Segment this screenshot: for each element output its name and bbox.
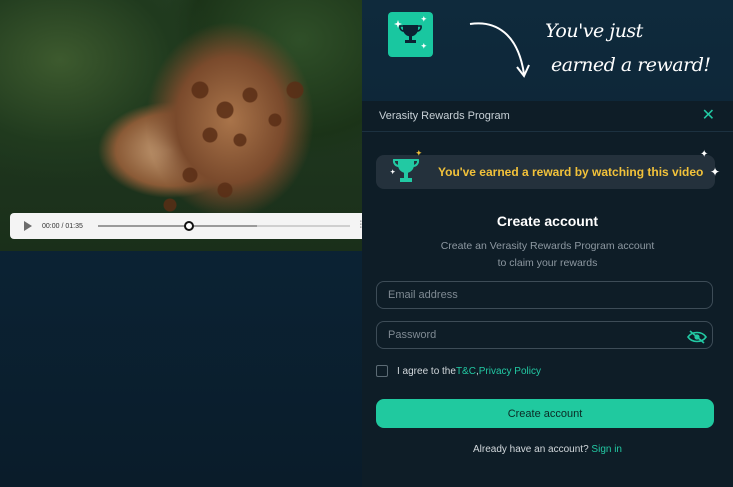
form-subtitle: Create an Verasity Rewards Program accou… [440, 240, 655, 269]
seek-handle[interactable] [183, 221, 194, 231]
terms-agreement: I agree to the T&C , Privacy Policy [376, 365, 541, 377]
sparkle-icon: ✦ [710, 165, 721, 179]
callout-line-1: You've just [545, 20, 643, 42]
sparkle-icon: ✦ [700, 149, 709, 160]
password-field[interactable] [376, 321, 713, 349]
form-heading: Create account [496, 213, 599, 229]
trophy-tile [388, 12, 433, 57]
close-icon[interactable]: ✕ [702, 108, 715, 124]
create-account-button[interactable]: Create account [376, 399, 714, 428]
duration: 01:35 [65, 222, 83, 230]
reward-banner: You've earned a reward by watching this … [376, 150, 715, 189]
privacy-policy-link[interactable]: Privacy Policy [479, 366, 541, 377]
play-icon[interactable] [24, 221, 32, 231]
modal-title: Verasity Rewards Program [379, 110, 510, 122]
signin-link[interactable]: Sign in [591, 444, 622, 455]
player-controls: 00:00 / 01:35 ⫶ [10, 213, 362, 239]
hide-password-icon[interactable] [687, 330, 707, 347]
terms-checkbox[interactable] [376, 365, 388, 377]
current-time: 00:00 [42, 222, 60, 230]
rewards-modal: Verasity Rewards Program ✕ You've earned… [362, 101, 733, 487]
video-player[interactable]: 00:00 / 01:35 ⫶ [0, 0, 362, 251]
seek-bar[interactable] [98, 221, 350, 231]
trophy-icon [390, 150, 422, 182]
callout-line-2: earned a reward! [551, 54, 711, 76]
pointer-arrow-icon [469, 22, 530, 78]
reward-banner-text: You've earned a reward by watching this … [438, 165, 704, 179]
signin-prompt: Already have an account? Sign in [473, 444, 622, 455]
buffered-fill [98, 225, 257, 227]
reward-callout: You've just earned a reward! [545, 14, 711, 82]
modal-header: Verasity Rewards Program ✕ [362, 101, 733, 132]
trophy-icon [394, 16, 427, 49]
tc-link[interactable]: T&C [456, 366, 476, 377]
email-field[interactable] [376, 281, 713, 309]
time-display: 00:00 / 01:35 [42, 222, 83, 230]
